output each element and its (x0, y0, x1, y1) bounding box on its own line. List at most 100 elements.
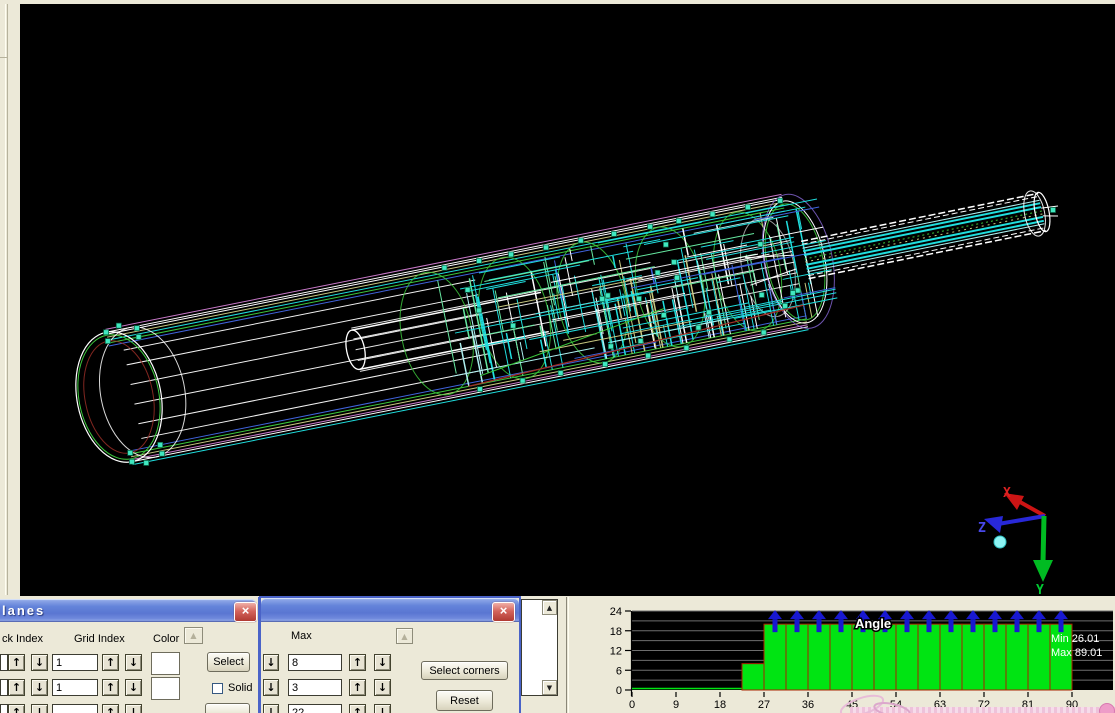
scroll-up-icon[interactable]: ▲ (542, 600, 557, 615)
grid-index-field[interactable] (52, 704, 98, 713)
x-tick-label: 0 (629, 699, 635, 711)
max-dialog-titlebar[interactable]: × (261, 598, 519, 622)
grid-index-up-icon[interactable]: ↑ (102, 654, 119, 671)
planes-dialog-titlebar[interactable]: lanes × (0, 599, 256, 622)
peak-arrow-icon (773, 619, 778, 632)
histogram-bar (764, 624, 786, 690)
max-field[interactable]: 22 (288, 704, 342, 713)
max-field[interactable]: 8 (288, 654, 342, 671)
block-index-down-icon[interactable]: ↓ (31, 654, 48, 671)
grid-index-field[interactable]: 1 (52, 654, 98, 671)
histogram-bar (896, 624, 918, 690)
background-window-swirl (830, 694, 950, 713)
max-up-icon[interactable]: ↑ (349, 654, 366, 671)
grid-index-down-icon[interactable]: ↓ (125, 704, 142, 713)
color-swatch[interactable] (151, 652, 180, 675)
grid-index-up-icon[interactable]: ↑ (102, 704, 119, 713)
select-button[interactable]: Select (207, 652, 250, 672)
panel-divider (566, 597, 567, 713)
background-window-ornament (1099, 703, 1115, 713)
block-index-up-icon[interactable]: ↑ (8, 704, 25, 713)
grid-index-field[interactable]: 1 (52, 679, 98, 696)
block-index-up-icon[interactable]: ↑ (8, 654, 25, 671)
solid-checkbox-label: Solid (228, 682, 252, 694)
block-index-down-icon[interactable]: ↓ (31, 704, 48, 713)
histogram-bar (808, 624, 830, 690)
solid-checkbox[interactable] (212, 683, 223, 694)
block-index-header: ck Index (2, 633, 43, 645)
max-down-icon[interactable]: ↓ (374, 679, 391, 696)
block-index-field[interactable] (0, 654, 8, 671)
min-annotation: Min 26.01 (1051, 633, 1099, 645)
histogram-bar (742, 664, 764, 690)
panel-divider-highlight (568, 597, 569, 713)
peak-arrow-icon (927, 619, 932, 632)
grid-index-up-icon[interactable]: ↑ (102, 679, 119, 696)
chart-title: Angle (855, 616, 891, 631)
color-swatch[interactable] (151, 677, 180, 700)
max-header: Max (291, 630, 312, 642)
peak-arrow-icon (905, 619, 910, 632)
viewport-background (20, 4, 1115, 596)
peak-arrow-icon (839, 619, 844, 632)
block-index-field[interactable] (0, 704, 8, 713)
histogram-bar (786, 624, 808, 690)
spin-down-icon[interactable]: ↓ (263, 654, 279, 671)
peak-arrow-icon (1037, 619, 1042, 632)
application-window: XZY 0612182409182736455463728190AngleMin… (0, 0, 1115, 713)
3d-viewport[interactable]: X Z Y (0, 0, 1115, 596)
x-tick-label: 18 (714, 699, 726, 711)
grid-index-down-icon[interactable]: ↓ (125, 679, 142, 696)
max-up-icon[interactable]: ↑ (349, 679, 366, 696)
close-icon[interactable]: × (492, 602, 515, 622)
y-tick-label: 0 (616, 685, 622, 697)
max-down-icon[interactable]: ↓ (374, 654, 391, 671)
peak-arrow-icon (817, 619, 822, 632)
histogram-bar (1006, 624, 1028, 690)
block-index-down-icon[interactable]: ↓ (31, 679, 48, 696)
y-tick-label: 18 (610, 626, 622, 638)
max-dialog: × ↓ ↓ ↓ Max 8 ↑ ↓ 3 ↑ ↓ 22 ↑ ↓ ▲ Select … (259, 596, 521, 713)
block-index-up-icon[interactable]: ↑ (8, 679, 25, 696)
spin-down-icon[interactable]: ↓ (263, 679, 279, 696)
scroll-down-icon[interactable]: ▼ (542, 680, 557, 695)
histogram-bar (918, 624, 940, 690)
spin-down-icon[interactable]: ↓ (263, 704, 279, 713)
max-field[interactable]: 3 (288, 679, 342, 696)
max-down-icon[interactable]: ↓ (374, 704, 391, 713)
reset-button[interactable]: Reset (436, 690, 493, 711)
grid-index-down-icon[interactable]: ↓ (125, 654, 142, 671)
histogram-bar (962, 624, 984, 690)
peak-arrow-icon (949, 619, 954, 632)
color-header: Color (153, 633, 179, 645)
axis-y-label: Y (1036, 583, 1044, 596)
peak-arrow-icon (795, 619, 800, 632)
select-corners-button[interactable]: Select corners (421, 661, 508, 680)
grid-index-header: Grid Index (74, 633, 125, 645)
x-tick-label: 9 (673, 699, 679, 711)
value-listbox[interactable]: ▲ ▼ (521, 599, 558, 696)
axis-x-label: X (1003, 486, 1011, 501)
partial-button[interactable] (205, 703, 250, 713)
histogram-bar (852, 624, 874, 690)
y-tick-label: 24 (610, 606, 622, 618)
scroll-up-icon[interactable]: ▲ (184, 627, 203, 644)
block-index-field[interactable] (0, 679, 8, 696)
planes-dialog: lanes × ck Index Grid Index Color ▲ ↑ ↓ … (0, 597, 260, 713)
planes-dialog-title: lanes (2, 603, 45, 618)
histogram-bar (984, 624, 1006, 690)
close-icon[interactable]: × (234, 602, 257, 622)
histogram-bar (874, 624, 896, 690)
max-up-icon[interactable]: ↑ (349, 704, 366, 713)
scroll-up-icon[interactable]: ▲ (396, 628, 413, 644)
peak-arrow-icon (971, 619, 976, 632)
axis-z-label: Z (978, 521, 986, 536)
histogram-bar (830, 624, 852, 690)
peak-arrow-icon (993, 619, 998, 632)
y-tick-label: 12 (610, 646, 622, 658)
histogram-bar (940, 624, 962, 690)
peak-arrow-icon (1015, 619, 1020, 632)
x-tick-label: 36 (802, 699, 814, 711)
histogram-bar (1028, 624, 1050, 690)
y-tick-label: 6 (616, 665, 622, 677)
